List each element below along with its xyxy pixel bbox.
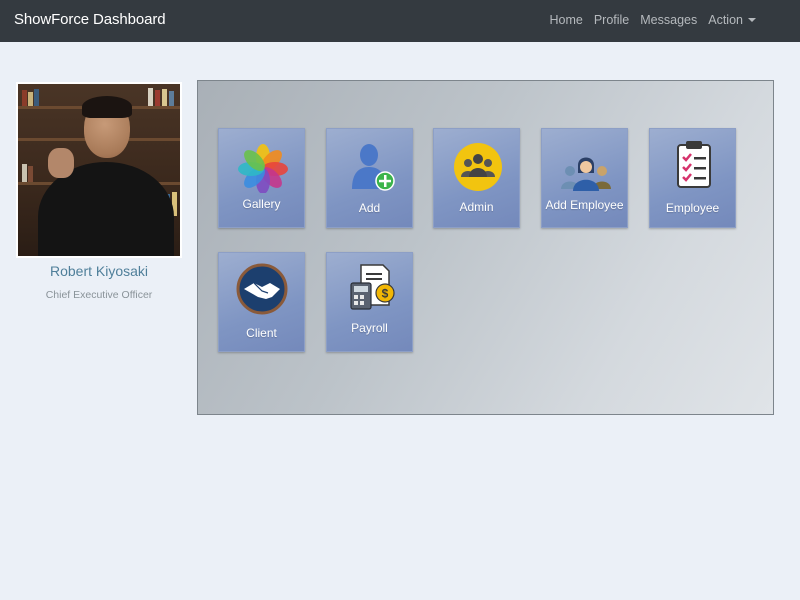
svg-text:$: $ [382,287,389,301]
tile-admin[interactable]: Admin [433,128,520,228]
profile-name: Robert Kiyosaki [49,263,149,279]
tile-client-label: Client [246,326,277,340]
dashboard-panel: Gallery Add Admin Add Employee Employee … [197,80,774,415]
tile-payroll[interactable]: $ Payroll [326,252,413,352]
nav-action-label: Action [708,13,743,27]
tile-employee[interactable]: Employee [649,128,736,228]
tile-add-employee-label: Add Employee [545,198,624,212]
tile-add-employee[interactable]: Add Employee [541,128,628,228]
nav-links: Home Profile Messages Action [538,13,756,27]
clipboard-checklist-icon [677,141,711,188]
profile-title: Chief Executive Officer [45,289,153,301]
tile-admin-label: Admin [459,200,494,214]
nav-profile[interactable]: Profile [594,13,629,27]
caret-down-icon [748,18,756,22]
tile-payroll-label: Payroll [351,321,388,335]
nav-messages[interactable]: Messages [640,13,697,27]
tile-gallery[interactable]: Gallery [218,128,305,228]
payroll-icon: $ [350,264,395,310]
gallery-icon [238,144,288,193]
tile-client[interactable]: Client [218,252,305,352]
tile-gallery-label: Gallery [242,197,281,211]
profile-photo [16,82,182,258]
brand-link[interactable]: ShowForce Dashboard [14,11,166,28]
tile-add-label: Add [358,201,381,215]
handshake-icon [236,263,288,315]
nav-action-dropdown[interactable]: Action [708,13,756,27]
add-user-icon [352,144,395,191]
nav-home[interactable]: Home [549,13,582,27]
tile-add[interactable]: Add [326,128,413,228]
tile-employee-label: Employee [665,201,720,215]
admin-group-icon [454,143,502,191]
navbar: ShowForce Dashboard Home Profile Message… [0,0,800,42]
add-employee-icon [561,157,611,191]
